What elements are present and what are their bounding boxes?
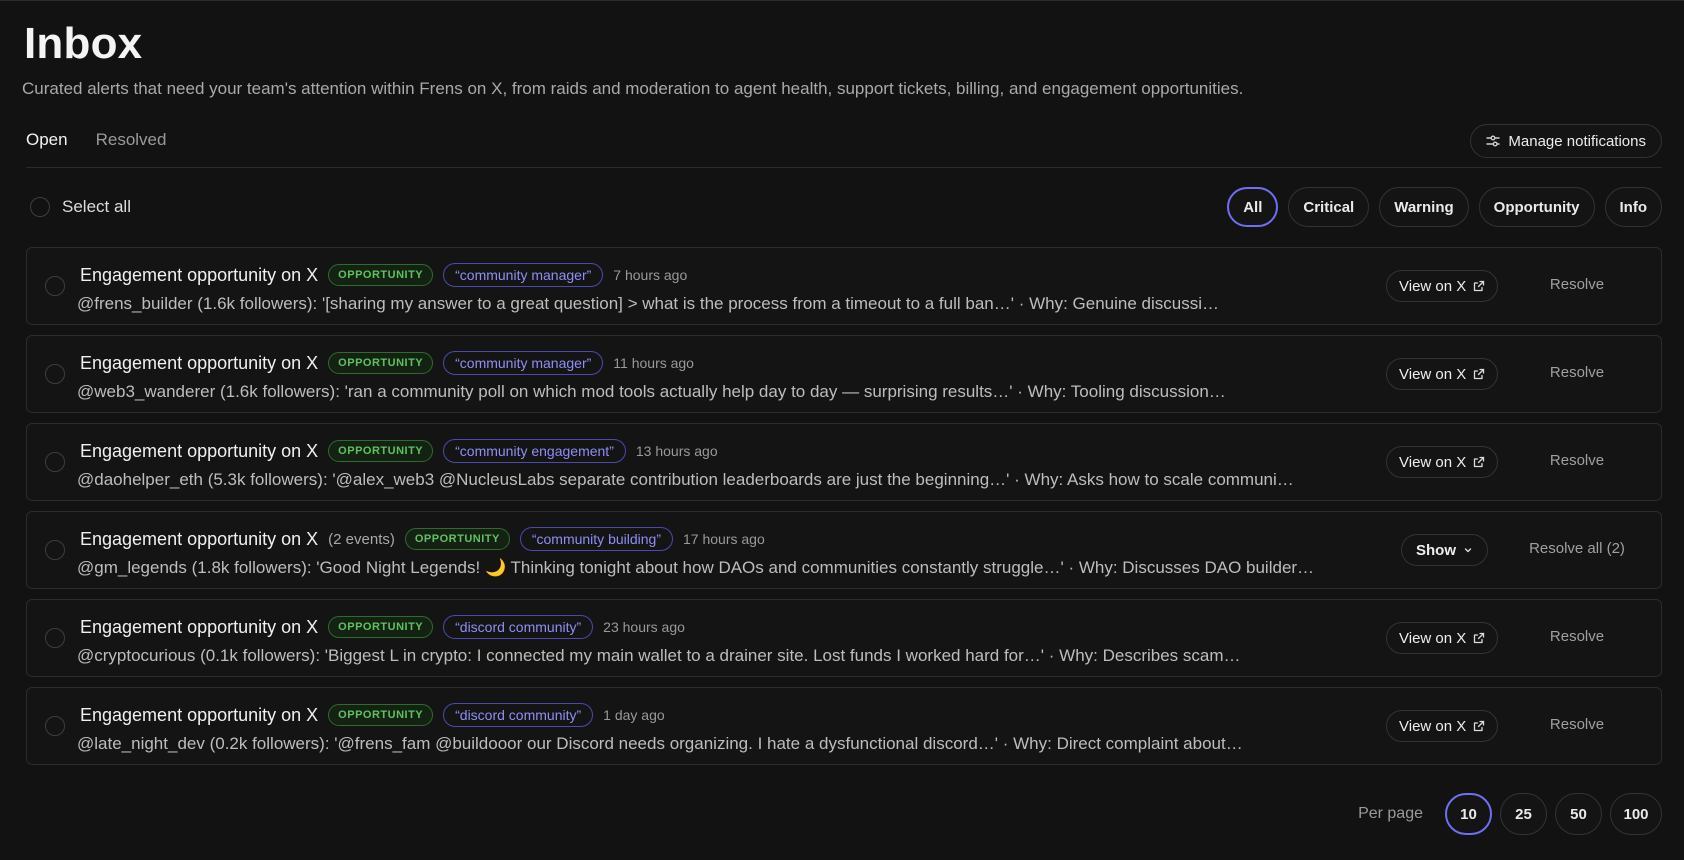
- external-link-icon: [1473, 368, 1485, 380]
- keyword-badge: “community engagement”: [443, 439, 626, 463]
- opportunity-badge: OPPORTUNITY: [328, 704, 434, 726]
- alert-timestamp: 7 hours ago: [613, 267, 688, 283]
- filter-critical[interactable]: Critical: [1288, 187, 1370, 227]
- alert-title: Engagement opportunity on X: [80, 264, 319, 285]
- external-link-icon: [1473, 632, 1485, 644]
- alert-row[interactable]: Engagement opportunity on X OPPORTUNITY …: [26, 247, 1662, 325]
- select-all-label: Select all: [62, 197, 131, 216]
- page-subtitle: Curated alerts that need your team's att…: [22, 79, 1244, 98]
- alert-timestamp: 23 hours ago: [603, 619, 685, 635]
- alert-list: Engagement opportunity on X OPPORTUNITY …: [26, 247, 1662, 775]
- filter-all[interactable]: All: [1227, 187, 1279, 227]
- alert-row[interactable]: Engagement opportunity on X OPPORTUNITY …: [26, 599, 1662, 677]
- status-tabs: Open Resolved: [26, 130, 166, 150]
- view-on-x-label: View on X: [1399, 365, 1467, 383]
- filter-warning[interactable]: Warning: [1379, 187, 1469, 227]
- inbox-page: Inbox Curated alerts that need your team…: [0, 0, 1684, 860]
- view-on-x-button[interactable]: View on X: [1386, 446, 1499, 478]
- opportunity-badge: OPPORTUNITY: [328, 264, 434, 286]
- opportunity-badge: OPPORTUNITY: [328, 440, 434, 462]
- opportunity-badge: OPPORTUNITY: [328, 352, 434, 374]
- alert-title: Engagement opportunity on X: [80, 440, 319, 461]
- filter-info[interactable]: Info: [1604, 187, 1662, 227]
- alert-timestamp: 11 hours ago: [613, 355, 694, 371]
- view-on-x-button[interactable]: View on X: [1386, 622, 1499, 654]
- external-link-icon: [1473, 720, 1485, 732]
- resolve-button[interactable]: Resolve: [1493, 276, 1661, 293]
- view-on-x-button[interactable]: View on X: [1386, 270, 1499, 302]
- alert-header: Engagement opportunity on X OPPORTUNITY …: [80, 351, 694, 375]
- alert-header: Engagement opportunity on X OPPORTUNITY …: [80, 615, 685, 639]
- external-link-icon: [1473, 456, 1485, 468]
- alert-checkbox[interactable]: [45, 276, 65, 296]
- alert-timestamp: 13 hours ago: [635, 443, 718, 459]
- view-on-x-label: View on X: [1399, 277, 1467, 295]
- alert-checkbox[interactable]: [45, 628, 65, 648]
- pagination: Per page 10 25 50 100: [1358, 793, 1662, 835]
- alert-row[interactable]: Engagement opportunity on X OPPORTUNITY …: [26, 423, 1662, 501]
- alert-header: Engagement opportunity on X (2 events) O…: [80, 527, 765, 551]
- chevron-down-icon: [1463, 545, 1473, 555]
- alert-title: Engagement opportunity on X: [80, 528, 319, 549]
- show-events-button[interactable]: Show: [1401, 534, 1488, 566]
- keyword-badge: “community manager”: [443, 263, 604, 287]
- alert-header: Engagement opportunity on X OPPORTUNITY …: [80, 439, 718, 463]
- alert-title: Engagement opportunity on X: [80, 352, 319, 373]
- alert-timestamp: 1 day ago: [603, 707, 665, 723]
- view-on-x-label: View on X: [1399, 453, 1467, 471]
- manage-notifications-button[interactable]: Manage notifications: [1470, 124, 1662, 158]
- per-page-10[interactable]: 10: [1445, 793, 1492, 835]
- select-all[interactable]: Select all: [30, 197, 131, 217]
- keyword-badge: “community building”: [519, 527, 673, 551]
- opportunity-badge: OPPORTUNITY: [328, 616, 434, 638]
- alert-header: Engagement opportunity on X OPPORTUNITY …: [80, 703, 665, 727]
- alert-title: Engagement opportunity on X: [80, 704, 319, 725]
- tab-resolved[interactable]: Resolved: [96, 130, 167, 150]
- view-on-x-button[interactable]: View on X: [1386, 710, 1499, 742]
- per-page-label: Per page: [1358, 805, 1423, 822]
- alert-checkbox[interactable]: [45, 540, 65, 560]
- alert-body: @cryptocurious (0.1k followers): 'Bigges…: [77, 646, 1241, 665]
- keyword-badge: “discord community”: [443, 615, 594, 639]
- manage-notifications-label: Manage notifications: [1508, 132, 1646, 150]
- keyword-badge: “community manager”: [443, 351, 604, 375]
- resolve-button[interactable]: Resolve: [1493, 364, 1661, 381]
- alert-checkbox[interactable]: [45, 364, 65, 384]
- tab-open[interactable]: Open: [26, 130, 68, 150]
- page-title: Inbox: [24, 19, 143, 68]
- severity-filters: All Critical Warning Opportunity Info: [1227, 187, 1662, 227]
- show-events-label: Show: [1416, 541, 1456, 559]
- per-page-50[interactable]: 50: [1555, 793, 1602, 835]
- alert-body: @frens_builder (1.6k followers): '[shari…: [77, 294, 1220, 313]
- alert-timestamp: 17 hours ago: [683, 531, 765, 547]
- resolve-all-button[interactable]: Resolve all (2): [1493, 540, 1661, 557]
- alert-body: @web3_wanderer (1.6k followers): 'ran a …: [77, 382, 1226, 401]
- per-page-25[interactable]: 25: [1500, 793, 1547, 835]
- select-all-checkbox[interactable]: [30, 197, 50, 217]
- alert-body: @gm_legends (1.8k followers): 'Good Nigh…: [77, 558, 1315, 577]
- alert-row-group[interactable]: Engagement opportunity on X (2 events) O…: [26, 511, 1662, 589]
- external-link-icon: [1473, 280, 1485, 292]
- per-page-100[interactable]: 100: [1610, 793, 1662, 835]
- sliders-icon: [1486, 134, 1501, 148]
- alert-row[interactable]: Engagement opportunity on X OPPORTUNITY …: [26, 335, 1662, 413]
- view-on-x-label: View on X: [1399, 717, 1467, 735]
- view-on-x-label: View on X: [1399, 629, 1467, 647]
- resolve-button[interactable]: Resolve: [1493, 452, 1661, 469]
- alert-row[interactable]: Engagement opportunity on X OPPORTUNITY …: [26, 687, 1662, 765]
- opportunity-badge: OPPORTUNITY: [404, 528, 510, 550]
- alert-title: Engagement opportunity on X: [80, 616, 319, 637]
- alert-body: @late_night_dev (0.2k followers): '@fren…: [77, 734, 1243, 753]
- tabs-divider: [26, 167, 1662, 168]
- alert-checkbox[interactable]: [45, 716, 65, 736]
- alert-header: Engagement opportunity on X OPPORTUNITY …: [80, 263, 687, 287]
- alert-checkbox[interactable]: [45, 452, 65, 472]
- resolve-button[interactable]: Resolve: [1493, 628, 1661, 645]
- alert-body: @daohelper_eth (5.3k followers): '@alex_…: [77, 470, 1294, 489]
- filter-opportunity[interactable]: Opportunity: [1478, 187, 1595, 227]
- keyword-badge: “discord community”: [443, 703, 594, 727]
- view-on-x-button[interactable]: View on X: [1386, 358, 1499, 390]
- event-count: (2 events): [328, 530, 395, 548]
- resolve-button[interactable]: Resolve: [1493, 716, 1661, 733]
